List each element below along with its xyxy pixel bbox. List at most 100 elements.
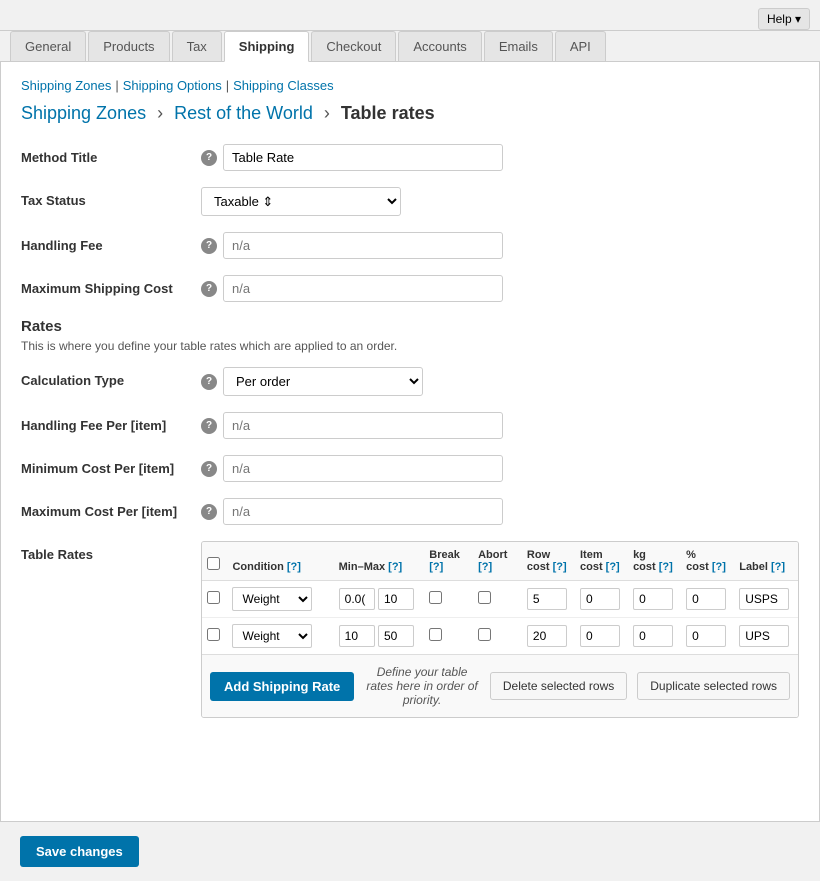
condition-select-0[interactable]: Weight Price Items [232,587,312,611]
abort-checkbox-0[interactable] [478,591,491,604]
breadcrumb-shipping-zones[interactable]: Shipping Zones [21,103,146,123]
item-cost-input-0[interactable] [580,588,620,610]
rates-section-desc: This is where you define your table rate… [21,339,799,353]
method-title-input[interactable] [223,144,503,171]
max-cost-per-item-help-icon[interactable]: ? [201,504,217,520]
tab-general[interactable]: General [10,31,86,61]
select-all-checkbox[interactable] [207,557,220,570]
minmax-help-link[interactable]: [?] [388,561,402,573]
tax-status-row: Tax Status Taxable ⇕ None [21,187,799,216]
calculation-type-select[interactable]: Per order Per item Per line item Per cla… [223,367,423,396]
table-row: Weight Price Items [202,618,798,655]
row-cost-help-link[interactable]: [?] [553,561,567,573]
break-checkbox-0[interactable] [429,591,442,604]
handling-fee-per-item-input[interactable] [223,412,503,439]
pct-cost-help-link[interactable]: [?] [712,561,726,573]
kg-cost-header: kgcost [633,549,659,573]
break-header: Break [429,549,460,561]
label-help-link[interactable]: [?] [771,561,785,573]
break-checkbox-1[interactable] [429,628,442,641]
pct-cost-input-0[interactable] [686,588,726,610]
subnav-shipping-options[interactable]: Shipping Options [123,78,222,93]
kg-cost-input-1[interactable] [633,625,673,647]
save-bar: Save changes [0,822,820,881]
min-input-0[interactable] [339,588,375,610]
label-input-1[interactable] [739,625,789,647]
item-cost-input-1[interactable] [580,625,620,647]
sub-nav: Shipping Zones | Shipping Options | Ship… [21,78,799,93]
min-cost-per-item-label: Minimum Cost Per [item] [21,455,201,476]
handling-fee-per-item-label: Handling Fee Per [item] [21,412,201,433]
handling-fee-input[interactable] [223,232,503,259]
kg-cost-help-link[interactable]: [?] [659,561,673,573]
breadcrumb-current: Table rates [341,103,435,123]
max-shipping-cost-input[interactable] [223,275,503,302]
max-shipping-cost-help-icon[interactable]: ? [201,281,217,297]
handling-fee-help-icon[interactable]: ? [201,238,217,254]
min-input-1[interactable] [339,625,375,647]
rates-note: Define your table rates here in order of… [364,665,480,707]
break-help-link[interactable]: [?] [429,561,443,573]
min-cost-per-item-input[interactable] [223,455,503,482]
max-input-0[interactable] [378,588,414,610]
min-cost-per-item-row: Minimum Cost Per [item] ? [21,455,799,482]
main-tabs: General Products Tax Shipping Checkout A… [0,31,820,62]
handling-fee-per-item-help-icon[interactable]: ? [201,418,217,434]
max-cost-per-item-input[interactable] [223,498,503,525]
breadcrumb: Shipping Zones › Rest of the World › Tab… [21,103,799,124]
calculation-type-help-icon[interactable]: ? [201,374,217,390]
rates-buttons: Add Shipping Rate Define your table rate… [202,654,798,717]
duplicate-selected-rows-button[interactable]: Duplicate selected rows [637,672,790,700]
help-button[interactable]: Help ▾ [758,8,810,30]
max-input-1[interactable] [378,625,414,647]
label-input-0[interactable] [739,588,789,610]
tab-accounts[interactable]: Accounts [398,31,481,61]
row-checkbox-1[interactable] [207,628,220,641]
row-cost-input-1[interactable] [527,625,567,647]
tax-status-select[interactable]: Taxable ⇕ None [201,187,401,216]
abort-checkbox-1[interactable] [478,628,491,641]
row-cost-input-0[interactable] [527,588,567,610]
content-area: Shipping Zones | Shipping Options | Ship… [0,62,820,822]
add-shipping-rate-button[interactable]: Add Shipping Rate [210,672,354,701]
handling-fee-per-item-row: Handling Fee Per [item] ? [21,412,799,439]
item-cost-header: Itemcost [580,549,606,573]
tab-checkout[interactable]: Checkout [311,31,396,61]
handling-fee-row: Handling Fee ? [21,232,799,259]
table-rates-section: Table Rates Condition [?] [21,541,799,718]
method-title-label: Method Title [21,144,201,165]
handling-fee-label: Handling Fee [21,232,201,253]
table-row: Weight Price Items [202,581,798,618]
rates-section-title: Rates [21,318,799,335]
max-shipping-cost-row: Maximum Shipping Cost ? [21,275,799,302]
rates-table: Condition [?] Min–Max [?] Break [?] [201,541,799,718]
row-cost-header: Rowcost [527,549,553,573]
item-cost-help-link[interactable]: [?] [606,561,620,573]
tab-api[interactable]: API [555,31,606,61]
method-title-help-icon[interactable]: ? [201,150,217,166]
max-cost-per-item-label: Maximum Cost Per [item] [21,498,201,519]
tab-tax[interactable]: Tax [172,31,222,61]
row-checkbox-0[interactable] [207,591,220,604]
label-header: Label [739,561,771,573]
tab-emails[interactable]: Emails [484,31,553,61]
breadcrumb-rest-of-world[interactable]: Rest of the World [174,103,313,123]
kg-cost-input-0[interactable] [633,588,673,610]
subnav-shipping-classes[interactable]: Shipping Classes [233,78,333,93]
subnav-shipping-zones[interactable]: Shipping Zones [21,78,111,93]
pct-cost-input-1[interactable] [686,625,726,647]
method-title-row: Method Title ? [21,144,799,171]
tab-shipping[interactable]: Shipping [224,31,310,62]
save-changes-button[interactable]: Save changes [20,836,139,867]
calculation-type-label: Calculation Type [21,367,201,388]
condition-help-link[interactable]: [?] [287,561,301,573]
max-cost-per-item-row: Maximum Cost Per [item] ? [21,498,799,525]
condition-select-1[interactable]: Weight Price Items [232,624,312,648]
tab-products[interactable]: Products [88,31,169,61]
abort-header: Abort [478,549,507,561]
delete-selected-rows-button[interactable]: Delete selected rows [490,672,627,700]
min-cost-per-item-help-icon[interactable]: ? [201,461,217,477]
max-shipping-cost-label: Maximum Shipping Cost [21,275,201,296]
abort-help-link[interactable]: [?] [478,561,492,573]
calculation-type-row: Calculation Type ? Per order Per item Pe… [21,367,799,396]
